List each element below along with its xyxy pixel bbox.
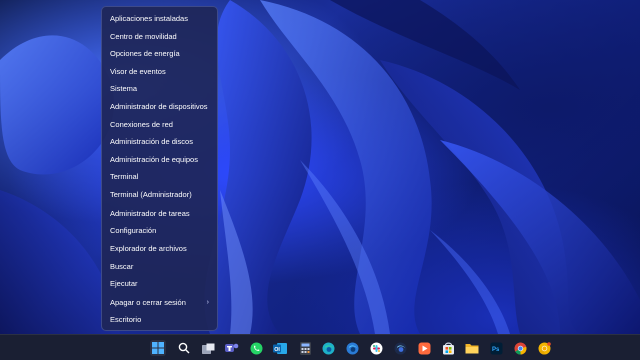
menu-item-mobility-center[interactable]: Centro de movilidad [102, 28, 217, 46]
menu-item-file-explorer[interactable]: Explorador de archivos [102, 240, 217, 258]
start-icon[interactable] [150, 340, 166, 356]
media-player-icon[interactable] [416, 340, 432, 356]
menu-item-event-viewer[interactable]: Visor de eventos [102, 63, 217, 81]
whatsapp-icon[interactable] [248, 340, 264, 356]
teams-icon[interactable] [224, 340, 240, 356]
winx-context-menu: Aplicaciones instaladas Centro de movili… [101, 6, 218, 331]
menu-item-device-manager[interactable]: Administrador de dispositivos [102, 98, 217, 116]
edge-dev-icon[interactable] [392, 340, 408, 356]
task-view-icon[interactable] [200, 340, 216, 356]
file-explorer-icon[interactable] [464, 340, 480, 356]
bloom-wallpaper-graphic [0, 0, 640, 334]
menu-item-system[interactable]: Sistema [102, 80, 217, 98]
edge-icon[interactable] [320, 340, 336, 356]
menu-item-desktop[interactable]: Escritorio [102, 311, 217, 329]
menu-item-computer-management[interactable]: Administración de equipos [102, 151, 217, 169]
menu-item-network-connections[interactable]: Conexiones de red [102, 116, 217, 134]
desktop-wallpaper [0, 0, 640, 360]
chevron-right-icon: › [206, 298, 209, 306]
menu-item-installed-apps[interactable]: Aplicaciones instaladas [102, 10, 217, 28]
menu-item-search[interactable]: Buscar [102, 258, 217, 276]
outlook-icon-label: Ol [274, 346, 280, 352]
menu-item-task-manager[interactable]: Administrador de tareas [102, 205, 217, 223]
outlook-icon[interactable]: Ol [272, 340, 288, 356]
menu-item-settings[interactable]: Configuración [102, 222, 217, 240]
menu-item-shutdown-signout[interactable]: Apagar o cerrar sesión › [102, 294, 217, 312]
menu-item-label: Apagar o cerrar sesión [110, 297, 186, 307]
menu-item-terminal-admin[interactable]: Terminal (Administrador) [102, 186, 217, 204]
search-icon[interactable] [176, 340, 192, 356]
menu-item-disk-management[interactable]: Administración de discos [102, 133, 217, 151]
photoshop-icon-label: Ps [492, 347, 500, 353]
menu-item-run[interactable]: Ejecutar [102, 275, 217, 293]
chrome-canary-icon[interactable] [536, 340, 552, 356]
edge-beta-icon[interactable] [344, 340, 360, 356]
menu-item-terminal[interactable]: Terminal [102, 168, 217, 186]
calculator-icon[interactable] [297, 340, 313, 356]
photoshop-icon[interactable]: Ps [488, 340, 504, 356]
slack-icon[interactable] [368, 340, 384, 356]
taskbar: Ol Ps [0, 334, 640, 360]
store-icon[interactable] [440, 340, 456, 356]
menu-item-power-options[interactable]: Opciones de energía [102, 45, 217, 63]
chrome-icon[interactable] [512, 340, 528, 356]
